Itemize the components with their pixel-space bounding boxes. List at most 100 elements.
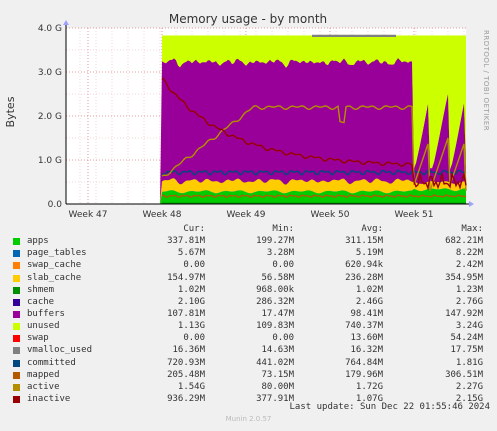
legend-series-name: page_tables xyxy=(27,248,87,259)
legend-cur: 107.81M xyxy=(167,308,205,319)
legend-series-name: shmem xyxy=(27,284,55,295)
legend-avg: 740.37M xyxy=(345,321,383,332)
y-tick-label: 0.0 xyxy=(48,200,63,210)
y-axis-label: Bytes xyxy=(4,96,17,127)
legend-swatch xyxy=(13,250,20,258)
legend-swatch xyxy=(13,238,20,246)
legend-min: 0.00 xyxy=(272,260,294,271)
legend-row: mapped 205.48M 73.15M 179.96M 306.51M xyxy=(12,369,490,381)
legend-series-name: vmalloc_used xyxy=(27,345,93,356)
legend-max: 3.24G xyxy=(455,321,483,332)
legend-row: cache 2.10G 286.32M 2.46G 2.76G xyxy=(12,296,490,308)
legend-cur: 337.81M xyxy=(167,236,205,247)
legend-avg: 311.15M xyxy=(345,236,383,247)
x-tick-label: Week 47 xyxy=(69,210,108,220)
y-tick-label: 1.0 G xyxy=(38,156,62,166)
y-tick-labels: 0.0 1.0 G 2.0 G 3.0 G 4.0 G xyxy=(38,24,62,210)
legend-max: 1.23M xyxy=(455,284,483,295)
y-tick-label: 4.0 G xyxy=(38,24,62,34)
x-axis-arrow xyxy=(469,201,474,207)
legend-avg: 13.60M xyxy=(350,333,383,344)
munin-version: Munin 2.0.57 xyxy=(225,415,272,423)
legend-cur: 1.13G xyxy=(177,321,205,332)
legend-row: slab_cache 154.97M 56.58M 236.28M 354.95M xyxy=(12,272,490,284)
legend-cur: 1.54G xyxy=(177,381,205,392)
legend-cur: 16.36M xyxy=(172,345,205,356)
legend-swatch xyxy=(13,298,20,306)
legend-cur: 2.10G xyxy=(177,296,205,307)
legend-min: 17.47M xyxy=(261,308,294,319)
legend-max: 17.75M xyxy=(450,345,483,356)
legend-row: buffers 107.81M 17.47M 98.41M 147.92M xyxy=(12,308,490,320)
x-tick-label: Week 49 xyxy=(227,210,266,220)
legend-min: 441.02M xyxy=(256,357,294,368)
legend-min: 3.28M xyxy=(266,248,294,259)
legend-cur: 0.00 xyxy=(183,333,205,344)
legend-series-name: active xyxy=(27,381,60,392)
legend-avg: 98.41M xyxy=(350,308,383,319)
header-max: Max: xyxy=(461,224,483,234)
legend-avg: 620.94k xyxy=(345,260,383,271)
legend-max: 682.21M xyxy=(445,236,483,247)
legend-min: 80.00M xyxy=(261,381,294,392)
header-min: Min: xyxy=(272,224,294,234)
legend-series-name: inactive xyxy=(27,393,71,404)
legend-avg: 236.28M xyxy=(345,272,383,283)
legend-cur: 936.29M xyxy=(167,393,205,404)
legend-table: Cur: Min: Avg: Max: apps 337.81M 199.27M 31… xyxy=(12,223,490,405)
x-tick-label: Week 51 xyxy=(395,210,434,220)
legend-swatch xyxy=(13,371,20,379)
legend-max: 2.27G xyxy=(455,381,483,392)
x-tick-label: Week 50 xyxy=(311,210,350,220)
legend-series-name: committed xyxy=(27,357,76,368)
legend-row: committed 720.93M 441.02M 764.84M 1.81G xyxy=(12,357,490,369)
legend-swatch xyxy=(13,383,20,391)
legend-swatch xyxy=(13,262,20,270)
x-tick-label: Week 48 xyxy=(143,210,182,220)
legend-cur: 720.93M xyxy=(167,357,205,368)
legend-series-name: unused xyxy=(27,321,60,332)
legend-cur: 0.00 xyxy=(183,260,205,271)
legend-min: 14.63M xyxy=(261,345,294,356)
legend-row: swap_cache 0.00 0.00 620.94k 2.42M xyxy=(12,259,490,271)
legend-row: apps 337.81M 199.27M 311.15M 682.21M xyxy=(12,235,490,247)
legend-row: swap 0.00 0.00 13.60M 54.24M xyxy=(12,332,490,344)
legend-min: 0.00 xyxy=(272,333,294,344)
legend-min: 73.15M xyxy=(261,369,294,380)
legend-row: active 1.54G 80.00M 1.72G 2.27G xyxy=(12,381,490,393)
header-cur: Cur: xyxy=(183,224,205,234)
legend-series-name: swap_cache xyxy=(27,260,82,271)
legend-swatch xyxy=(13,274,20,282)
legend-series-name: mapped xyxy=(27,369,60,380)
legend-min: 56.58M xyxy=(261,272,294,283)
legend-swatch xyxy=(13,335,20,343)
y-axis-arrow xyxy=(63,20,69,25)
legend-header: Cur: Min: Avg: Max: xyxy=(12,223,490,235)
legend-max: 147.92M xyxy=(445,308,483,319)
legend-swatch xyxy=(13,310,20,318)
legend-row: unused 1.13G 109.83M 740.37M 3.24G xyxy=(12,320,490,332)
legend-avg: 1.72G xyxy=(355,381,383,392)
legend-max: 54.24M xyxy=(450,333,483,344)
legend-swatch xyxy=(13,395,20,403)
legend-swatch xyxy=(13,286,20,294)
legend-rows: apps 337.81M 199.27M 311.15M 682.21M page_tab… xyxy=(12,235,490,405)
legend-cur: 5.67M xyxy=(177,248,205,259)
legend-cur: 205.48M xyxy=(167,369,205,380)
legend-min: 377.91M xyxy=(256,393,294,404)
rrdtool-credit: RRDTOOL / TOBI OETIKER xyxy=(482,30,490,131)
legend-series-name: apps xyxy=(27,236,49,247)
legend-avg: 16.32M xyxy=(350,345,383,356)
legend-min: 109.83M xyxy=(256,321,294,332)
legend-swatch xyxy=(13,347,20,355)
legend-swatch xyxy=(13,323,20,331)
legend-cur: 154.97M xyxy=(167,272,205,283)
legend-max: 8.22M xyxy=(455,248,483,259)
legend-min: 199.27M xyxy=(256,236,294,247)
y-tick-label: 2.0 G xyxy=(38,112,62,122)
legend-max: 354.95M xyxy=(445,272,483,283)
legend-series-name: slab_cache xyxy=(27,272,82,283)
legend-cur: 1.02M xyxy=(177,284,205,295)
legend-min: 286.32M xyxy=(256,296,294,307)
legend-avg: 764.84M xyxy=(345,357,383,368)
